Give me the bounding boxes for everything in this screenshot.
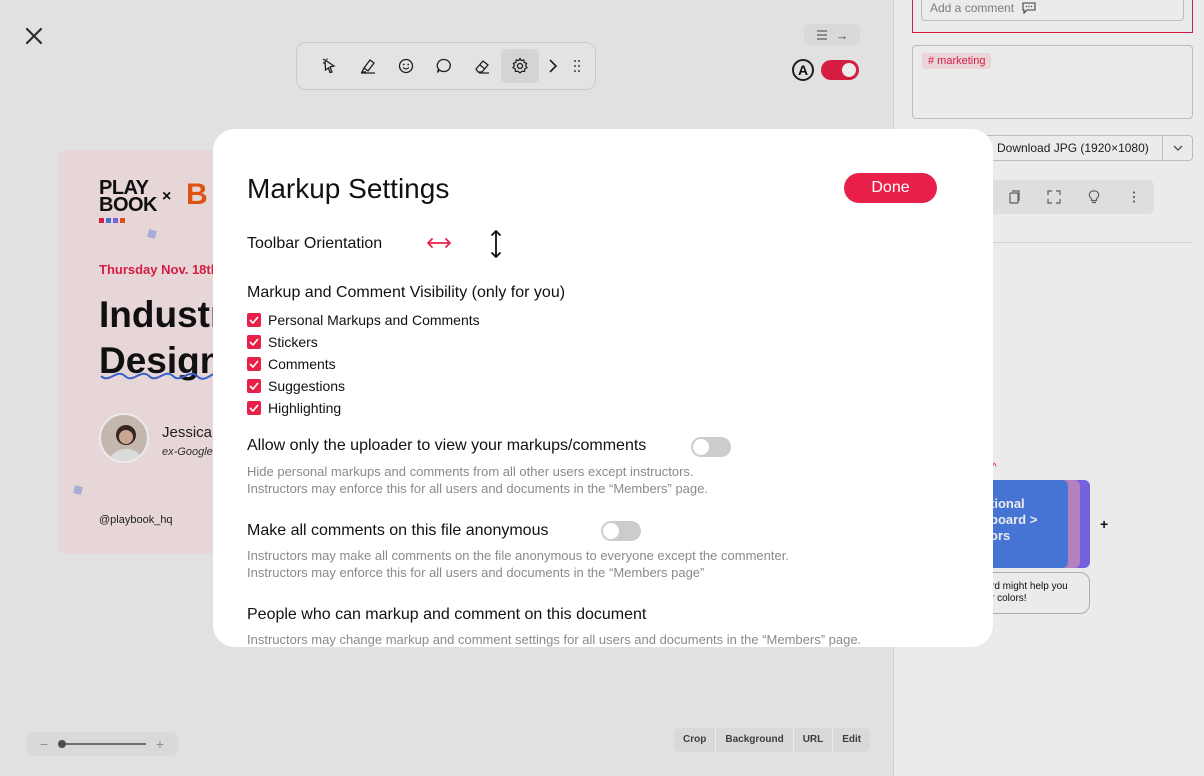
anonymous-help-2: Instructors may enforce this for all use… [247, 565, 705, 580]
checkbox-label: Stickers [268, 334, 318, 350]
checkbox-personal-markups[interactable]: Personal Markups and Comments [247, 309, 480, 331]
checkbox-checked-icon[interactable] [247, 379, 261, 393]
anonymous-help-1: Instructors may make all comments on the… [247, 548, 789, 563]
people-permissions-help: Instructors may change markup and commen… [247, 632, 862, 647]
checkbox-checked-icon[interactable] [247, 357, 261, 371]
checkbox-checked-icon[interactable] [247, 335, 261, 349]
markup-settings-dialog: Markup Settings Done Toolbar Orientation… [213, 129, 993, 647]
checkbox-comments[interactable]: Comments [247, 353, 480, 375]
checkbox-label: Suggestions [268, 378, 346, 394]
checkbox-suggestions[interactable]: Suggestions [247, 375, 480, 397]
anonymous-toggle[interactable] [601, 521, 641, 541]
checkbox-highlighting[interactable]: Highlighting [247, 397, 480, 419]
checkbox-label: Highlighting [268, 400, 342, 416]
done-button[interactable]: Done [844, 173, 937, 203]
checkbox-checked-icon[interactable] [247, 401, 261, 415]
checkbox-label: Personal Markups and Comments [268, 312, 480, 328]
toolbar-orientation-label: Toolbar Orientation [247, 235, 383, 252]
uploader-only-toggle[interactable] [691, 437, 731, 457]
uploader-only-help-1: Hide personal markups and comments from … [247, 464, 694, 479]
checkbox-checked-icon[interactable] [247, 313, 261, 327]
anonymous-label: Make all comments on this file anonymous [247, 522, 549, 539]
dialog-title: Markup Settings [247, 173, 450, 204]
vertical-orientation-icon[interactable] [487, 229, 505, 259]
visibility-heading: Markup and Comment Visibility (only for … [247, 284, 566, 301]
checkbox-label: Comments [268, 356, 336, 372]
people-permissions-label: People who can markup and comment on thi… [247, 606, 647, 623]
checkbox-stickers[interactable]: Stickers [247, 331, 480, 353]
visibility-checklist: Personal Markups and Comments Stickers C… [247, 309, 480, 419]
uploader-only-label: Allow only the uploader to view your mar… [247, 437, 647, 454]
uploader-only-help-2: Instructors may enforce this for all use… [247, 481, 708, 496]
horizontal-orientation-icon[interactable] [426, 233, 452, 253]
